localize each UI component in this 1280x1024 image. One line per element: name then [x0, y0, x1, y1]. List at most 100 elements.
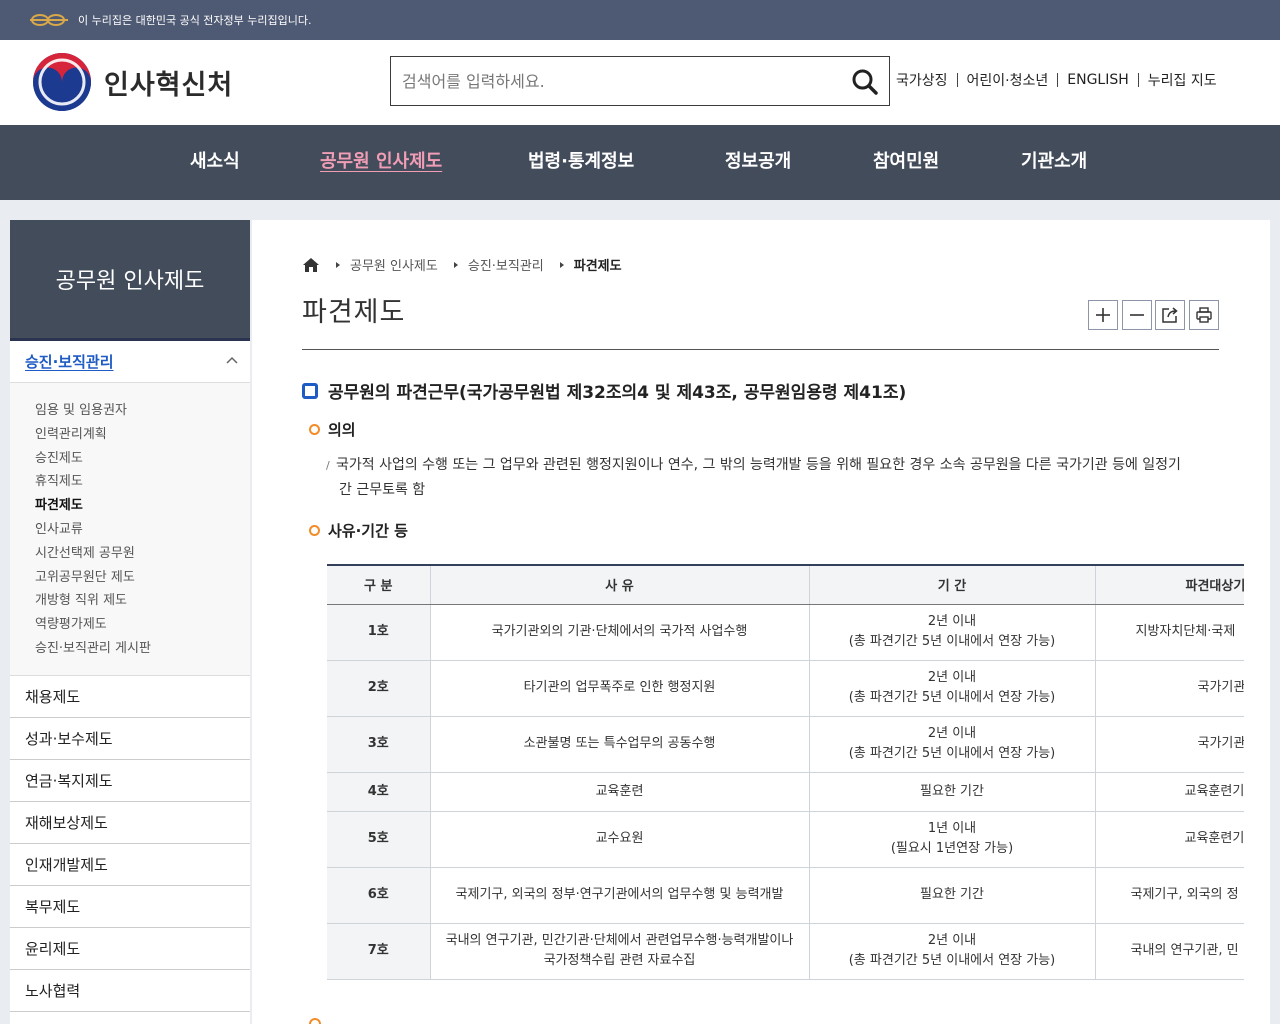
submenu-item[interactable]: 승진·보직관리 게시판 — [35, 637, 250, 661]
search-icon[interactable] — [851, 68, 879, 96]
meaning-line-1: 국가적 사업의 수행 또는 그 업무와 관련된 행정지원이나 연수, 그 밖의 … — [336, 457, 1181, 473]
cell-period: 필요한 기간 — [809, 867, 1096, 924]
side-nav-group[interactable]: 인재개발제도 — [10, 844, 250, 886]
nav-laws-stats[interactable]: 법령·통계정보 — [528, 147, 634, 173]
cell-reason: 국가기관외의 기관·단체에서의 국가적 사업수행 — [430, 604, 810, 661]
cell-target: 국가기관 — [1095, 716, 1244, 773]
period-note: (총 파견기간 5년 이내에서 연장 가능) — [848, 634, 1056, 649]
submenu-item[interactable]: 휴직제도 — [35, 470, 250, 494]
section-heading: 공무원의 파견근무(국가공무원법 제32조의4 및 제43조, 공무원임용령 제… — [302, 378, 906, 403]
subheading-reason: 사유·기간 등 — [309, 520, 408, 541]
nav-personnel-system[interactable]: 공무원 인사제도 — [320, 147, 442, 173]
square-bullet-icon — [302, 382, 318, 399]
table-header: 사 유 — [430, 566, 810, 605]
cell-target: 국가기관 — [1095, 660, 1244, 717]
print-icon — [1195, 307, 1212, 323]
submenu-item[interactable]: 고위공무원단 제도 — [35, 566, 250, 590]
side-nav-submenu: 임용 및 임용권자 인력관리계획 승진제도 휴직제도 파견제도 인사교류 시간선… — [10, 383, 250, 676]
period-main: 1년 이내 — [927, 821, 977, 836]
table-row: 3호 소관불명 또는 특수업무의 공동수행 2년 이내 (총 파견기간 5년 이내… — [327, 716, 1244, 773]
site-logo-text: 인사혁신처 — [104, 69, 234, 101]
submenu-item[interactable]: 개방형 직위 제도 — [35, 589, 250, 613]
side-nav-group[interactable]: 연금·복지제도 — [10, 760, 250, 802]
zoom-out-button[interactable] — [1121, 300, 1152, 330]
cell-period: 2년 이내 (총 파견기간 5년 이내에서 연장 가능) — [809, 923, 1096, 980]
print-button[interactable] — [1188, 300, 1219, 330]
site-logo[interactable]: 인사혁신처 — [32, 52, 233, 112]
cell-no: 5호 — [327, 811, 431, 868]
search-input[interactable] — [391, 57, 841, 105]
nav-about[interactable]: 기관소개 — [1021, 147, 1087, 173]
cell-no: 6호 — [327, 867, 431, 924]
side-nav-title: 공무원 인사제도 — [10, 220, 250, 341]
page-title: 파견제도 — [302, 297, 406, 328]
submenu-item-current[interactable]: 파견제도 — [35, 494, 250, 518]
table-row: 6호 국제기구, 외국의 정부·연구기관에서의 업무수행 및 능력개발 필요한 … — [327, 867, 1244, 924]
side-nav-group[interactable]: 성과·보수제도 — [10, 718, 250, 760]
share-button[interactable] — [1155, 300, 1185, 330]
share-icon — [1162, 307, 1178, 323]
circle-bullet-icon — [309, 424, 320, 435]
period-note: (총 파견기간 5년 이내에서 연장 가능) — [848, 746, 1056, 761]
submenu-item[interactable]: 임용 및 임용권자 — [35, 399, 250, 423]
cell-period: 2년 이내 (총 파견기간 5년 이내에서 연장 가능) — [809, 604, 1096, 661]
government-logo-icon — [33, 53, 91, 111]
meaning-paragraph: / 국가적 사업의 수행 또는 그 업무와 관련된 행정지원이나 연수, 그 밖의… — [326, 453, 1226, 502]
home-icon[interactable] — [302, 257, 320, 273]
cell-no: 3호 — [327, 716, 431, 773]
dispatch-table: 구 분 사 유 기 간 파견대상기 1호 국가기관외의 기관·단체에서의 국가적… — [327, 564, 1244, 982]
submenu-item[interactable]: 인력관리계획 — [35, 423, 250, 447]
main-nav: 새소식 공무원 인사제도 법령·통계정보 정보공개 참여민원 기관소개 — [0, 125, 1280, 200]
side-nav: 공무원 인사제도 승진·보직관리 임용 및 임용권자 인력관리계획 승진제도 휴… — [10, 220, 250, 1024]
submenu-item[interactable]: 시간선택제 공무원 — [35, 542, 250, 566]
section-heading-text: 공무원의 파견근무(국가공무원법 제32조의4 및 제43조, 공무원임용령 제… — [328, 383, 907, 403]
cell-period: 1년 이내 (필요시 1년연장 가능) — [809, 811, 1096, 868]
period-note: (필요시 1년연장 가능) — [890, 841, 1014, 856]
table-row: 5호 교수요원 1년 이내 (필요시 1년연장 가능) 교육훈련기 — [327, 811, 1244, 868]
zoom-in-icon — [1096, 308, 1110, 322]
cell-target: 교육훈련기 — [1095, 772, 1244, 812]
side-nav-group[interactable]: 채용제도 — [10, 676, 250, 718]
cell-target: 국제기구, 외국의 정 — [1095, 867, 1244, 924]
breadcrumb-item[interactable]: 승진·보직관리 — [468, 255, 544, 274]
meaning-line-2: 간 근무토록 함 — [339, 482, 426, 498]
util-national-symbol[interactable]: 국가상징 — [887, 70, 957, 90]
cell-target: 교육훈련기 — [1095, 811, 1244, 868]
table-header: 구 분 — [327, 566, 431, 605]
cell-reason: 국내의 연구기관, 민간기관·단체에서 관련업무수행·능력개발이나 국가정책수립… — [430, 923, 810, 980]
breadcrumb-item[interactable]: 공무원 인사제도 — [350, 255, 438, 274]
period-main: 2년 이내 — [927, 726, 977, 741]
period-note: (총 파견기간 5년 이내에서 연장 가능) — [848, 953, 1056, 968]
nav-disclosure[interactable]: 정보공개 — [725, 147, 791, 173]
list-marker: / — [326, 459, 330, 472]
submenu-item[interactable]: 역량평가제도 — [35, 613, 250, 637]
zoom-in-button[interactable] — [1088, 300, 1118, 330]
cell-period: 필요한 기간 — [809, 772, 1096, 812]
breadcrumb-arrow-icon — [453, 261, 458, 268]
util-sitemap[interactable]: 누리집 지도 — [1139, 70, 1226, 90]
util-kids[interactable]: 어린이·청소년 — [958, 70, 1058, 90]
period-main: 2년 이내 — [927, 933, 977, 948]
cell-no: 1호 — [327, 604, 431, 661]
side-nav-group[interactable]: 윤리제도 — [10, 928, 250, 970]
period-main: 2년 이내 — [927, 614, 977, 629]
util-english[interactable]: ENGLISH — [1058, 72, 1138, 88]
e-gov-emblem-icon — [30, 14, 68, 26]
breadcrumb: 공무원 인사제도 승진·보직관리 파견제도 — [302, 255, 622, 274]
zoom-out-icon — [1129, 314, 1144, 316]
table-header: 기 간 — [809, 566, 1096, 605]
nav-participation[interactable]: 참여민원 — [873, 147, 939, 173]
side-nav-group[interactable]: 복무제도 — [10, 886, 250, 928]
submenu-item[interactable]: 승진제도 — [35, 447, 250, 471]
circle-bullet-icon — [309, 525, 320, 536]
side-nav-group[interactable]: 노사협력 — [10, 970, 250, 1012]
cell-reason: 교수요원 — [430, 811, 810, 868]
cell-period: 2년 이내 (총 파견기간 5년 이내에서 연장 가능) — [809, 660, 1096, 717]
nav-news[interactable]: 새소식 — [190, 147, 240, 173]
side-nav-section[interactable]: 승진·보직관리 — [10, 341, 250, 383]
side-nav-group[interactable]: 재해보상제도 — [10, 802, 250, 844]
side-nav-section-label: 승진·보직관리 — [25, 353, 114, 371]
gov-banner-text: 이 누리집은 대한민국 공식 전자정부 누리집입니다. — [78, 14, 312, 27]
page-tools — [1088, 300, 1222, 330]
submenu-item[interactable]: 인사교류 — [35, 518, 250, 542]
